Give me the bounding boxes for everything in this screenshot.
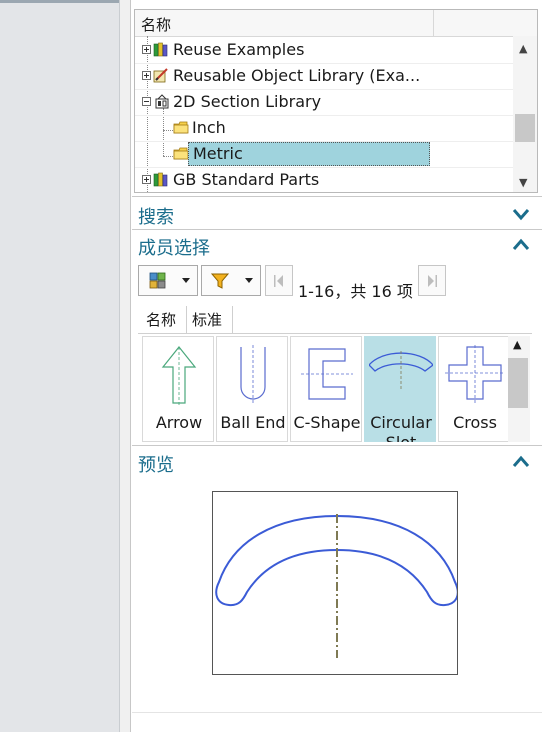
- filter-funnel-icon: [210, 273, 230, 289]
- tree-row-label: GB Standard Parts: [173, 170, 320, 189]
- tree-scrollbar[interactable]: ▲ ▼: [513, 36, 537, 192]
- member-item-ball-end[interactable]: Ball End: [216, 336, 288, 442]
- scroll-thumb[interactable]: [515, 114, 535, 142]
- library-tree: 名称 Reuse Examples Reusable Object Librar…: [134, 9, 538, 193]
- tree-row-reusable-object-library[interactable]: Reusable Object Library (Exa...: [135, 63, 513, 89]
- expand-icon[interactable]: [142, 45, 151, 54]
- chevron-down-icon: [182, 278, 190, 283]
- first-page-icon: [274, 275, 283, 287]
- section-divider: [132, 445, 542, 446]
- member-list-header: 名称 标准: [138, 306, 532, 334]
- member-label: Arrow: [155, 413, 203, 432]
- member-label: Ball End: [220, 413, 286, 432]
- last-page-button[interactable]: [418, 265, 446, 296]
- preview-section-title[interactable]: 预览: [138, 451, 174, 477]
- filter-dropdown[interactable]: [201, 265, 261, 296]
- tree-row-label: Inch: [192, 118, 226, 137]
- cross-shape-icon: [445, 345, 505, 403]
- tree-row-inch[interactable]: Inch: [135, 115, 513, 141]
- member-thumbnail-list: Arrow Ball End C-Shape Circular Slot Cro…: [142, 336, 508, 442]
- column-header-standard[interactable]: 标准: [192, 309, 222, 330]
- tree-row-label: Reusable Object Library (Exa...: [173, 66, 421, 85]
- pencil-library-icon: [153, 68, 168, 83]
- preview-canvas: [212, 491, 459, 675]
- member-label: C-Shape: [293, 413, 361, 432]
- tree-row-metric[interactable]: Metric: [135, 141, 513, 167]
- tree-row-reuse-examples[interactable]: Reuse Examples: [135, 37, 513, 63]
- left-workspace-strip: [0, 0, 120, 732]
- scroll-up-icon[interactable]: ▲: [519, 42, 527, 55]
- panel-gap: [120, 0, 130, 732]
- tree-row-label: 2D Section Library: [173, 92, 322, 111]
- collapse-icon[interactable]: [142, 97, 151, 106]
- c-shape-icon: [301, 348, 353, 400]
- tree-row-label: Metric: [188, 142, 430, 166]
- circular-slot-shape-icon: [369, 351, 433, 391]
- last-page-icon: [428, 275, 437, 287]
- circular-slot-preview-icon: [215, 514, 459, 658]
- scroll-down-icon[interactable]: ▼: [519, 176, 527, 189]
- column-separator[interactable]: [186, 306, 187, 333]
- chevron-up-icon[interactable]: [512, 455, 530, 469]
- folder-icon: [173, 121, 189, 134]
- member-item-cross[interactable]: Cross: [438, 336, 508, 442]
- section-divider: [132, 229, 542, 230]
- chevron-down-icon[interactable]: [512, 207, 530, 221]
- chevron-up-icon[interactable]: [512, 238, 530, 252]
- column-separator[interactable]: [433, 10, 434, 36]
- section-library-icon: [155, 94, 169, 109]
- section-divider: [132, 196, 542, 197]
- member-item-circular-slot[interactable]: Circular Slot: [364, 336, 436, 442]
- first-page-button[interactable]: [265, 265, 293, 296]
- page-info: 1-16，共 16 项: [298, 282, 413, 301]
- tree-row-label: Reuse Examples: [173, 40, 305, 59]
- arrow-shape-icon: [161, 346, 197, 405]
- member-item-arrow[interactable]: Arrow: [142, 336, 214, 442]
- member-label: Circular Slot: [370, 413, 432, 442]
- column-header-name[interactable]: 名称: [146, 309, 176, 330]
- tree-row-gb-standard-parts[interactable]: GB Standard Parts: [135, 167, 513, 192]
- scroll-up-icon[interactable]: ▲: [513, 338, 521, 351]
- folder-icon: [173, 147, 189, 160]
- search-section-title[interactable]: 搜索: [138, 203, 174, 229]
- tree-column-name[interactable]: 名称: [141, 14, 171, 35]
- column-separator[interactable]: [232, 306, 233, 333]
- strip-top-line: [0, 0, 120, 3]
- tree-header: 名称: [135, 10, 537, 37]
- member-list-scrollbar[interactable]: ▲: [508, 336, 530, 442]
- member-item-c-shape[interactable]: C-Shape: [290, 336, 362, 442]
- panel-bottom-line: [132, 712, 542, 713]
- member-select-section-title[interactable]: 成员选择: [138, 234, 210, 260]
- expand-icon[interactable]: [142, 175, 151, 184]
- member-label: Cross: [453, 413, 497, 432]
- thumbnail-view-icon: [149, 272, 166, 289]
- ball-end-shape-icon: [240, 345, 266, 405]
- scroll-thumb[interactable]: [508, 358, 528, 408]
- view-mode-dropdown[interactable]: [138, 265, 198, 296]
- library-books-icon: [153, 172, 168, 187]
- tree-row-2d-section-library[interactable]: 2D Section Library: [135, 89, 513, 115]
- library-books-icon: [153, 42, 168, 57]
- chevron-down-icon: [245, 278, 253, 283]
- expand-icon[interactable]: [142, 71, 151, 80]
